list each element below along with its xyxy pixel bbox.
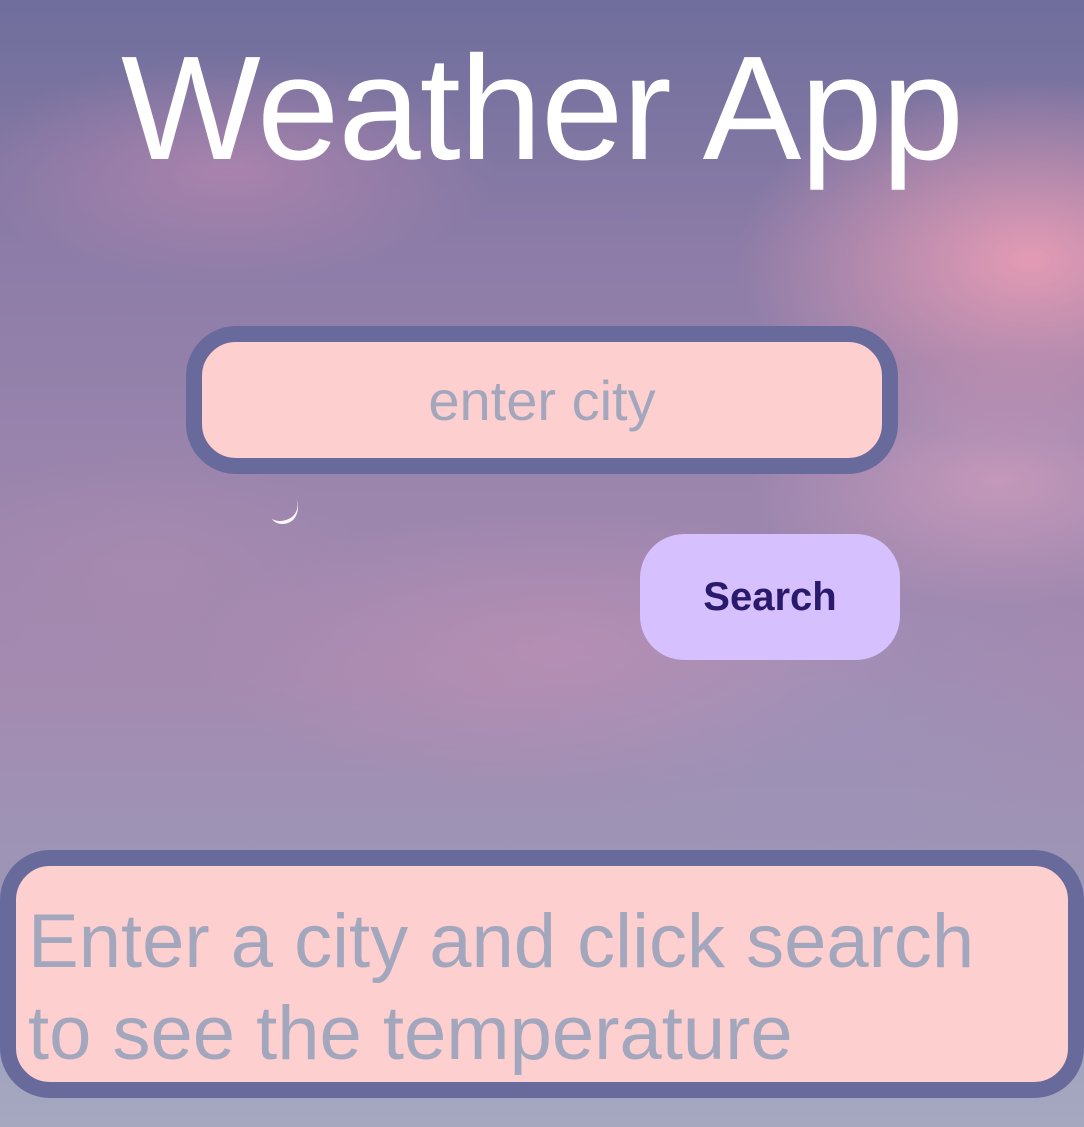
result-message: Enter a city and click search to see the… [28,899,975,1076]
app-title: Weather App [121,26,964,191]
result-panel: Enter a city and click search to see the… [0,850,1084,1098]
crescent-moon-icon [272,495,299,525]
search-button[interactable]: Search [640,534,900,660]
city-search-input[interactable] [186,326,898,474]
